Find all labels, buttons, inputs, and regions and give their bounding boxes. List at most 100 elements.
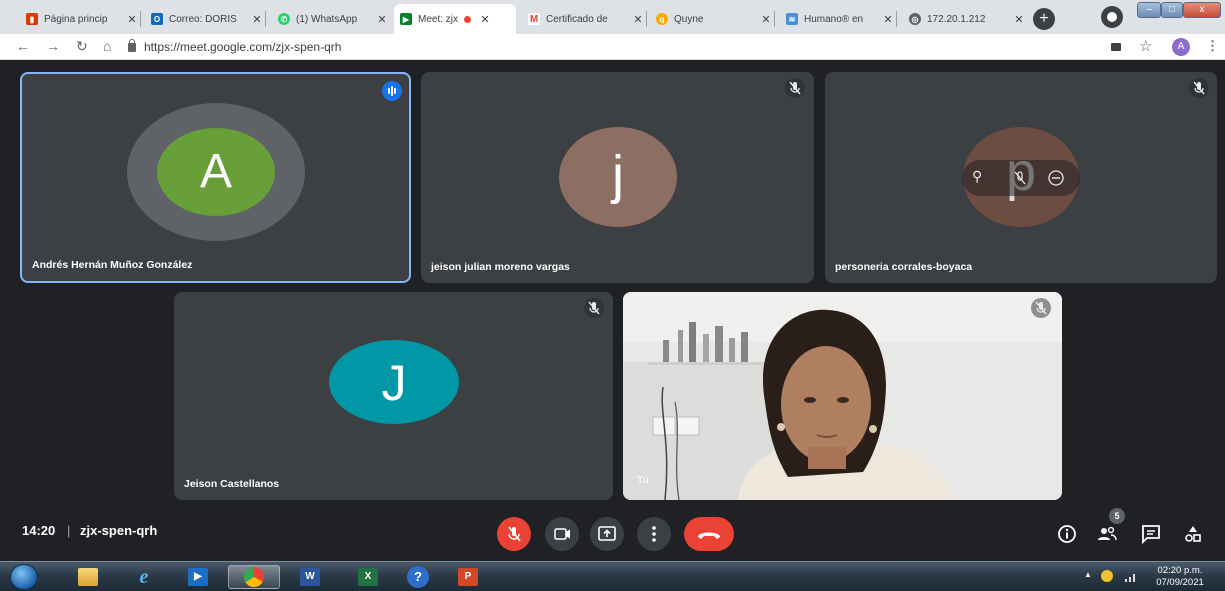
tab-close-icon[interactable]: ✕ — [374, 13, 390, 26]
meeting-details-button[interactable] — [1055, 522, 1079, 546]
info-icon — [1058, 525, 1076, 543]
clock-time: 02:20 p.m. — [1157, 565, 1203, 576]
browser-menu-icon[interactable]: ⋮ — [1206, 38, 1219, 54]
tab-humano[interactable]: ≋ Humano® en ✕ — [780, 7, 897, 31]
remove-icon[interactable] — [1046, 168, 1066, 193]
recording-indicator-icon — [464, 15, 471, 23]
participant-name: Jeison Castellanos — [184, 478, 280, 490]
pin-icon[interactable]: ⚲ — [972, 168, 982, 185]
mic-off-icon — [1189, 78, 1209, 98]
tray-app-icon[interactable] — [1101, 570, 1113, 582]
avatar: J — [329, 340, 459, 424]
powerpoint-icon: P — [458, 568, 478, 586]
meet-icon: ▶ — [400, 13, 412, 25]
forward-icon[interactable]: → — [46, 38, 60, 54]
speaking-indicator-icon — [382, 81, 402, 101]
activities-button[interactable] — [1181, 522, 1205, 546]
camera-icon — [554, 528, 570, 540]
bookmark-star-icon[interactable]: ☆ — [1139, 37, 1152, 55]
self-video-feed — [623, 292, 1062, 500]
activities-icon — [1185, 526, 1201, 542]
taskbar-internet-explorer[interactable]: e — [124, 565, 164, 589]
taskbar-help[interactable]: ? — [398, 565, 438, 589]
taskbar-excel[interactable]: X — [348, 565, 388, 589]
maximize-button[interactable]: □ — [1161, 2, 1183, 18]
tab-close-icon[interactable]: ✕ — [880, 13, 896, 26]
tab-meet[interactable]: ▶ Meet: zjx- ✕ — [394, 4, 516, 34]
windows-taskbar: e ▶ W X ? P ▲ 02:20 p.m. 07/09/2021 — [0, 561, 1225, 591]
taskbar-word[interactable]: W — [290, 565, 330, 589]
system-clock[interactable]: 02:20 p.m. 07/09/2021 — [1150, 565, 1210, 589]
reload-icon[interactable]: ↻ — [76, 38, 88, 55]
tab-close-icon[interactable]: ✕ — [477, 13, 493, 26]
start-button[interactable] — [10, 564, 38, 590]
participant-name: personeria corrales-boyaca — [835, 261, 973, 273]
address-bar[interactable]: https://meet.google.com/zjx-spen-qrh — [128, 37, 1103, 57]
people-icon — [1098, 526, 1117, 541]
participant-tile[interactable]: j jeison julian moreno vargas — [421, 72, 814, 283]
toggle-mic-button[interactable] — [497, 517, 531, 551]
minimize-button[interactable]: – — [1137, 2, 1161, 18]
help-icon: ? — [407, 566, 429, 588]
end-call-icon — [698, 532, 720, 539]
participant-name: jeison julian moreno vargas — [431, 261, 570, 273]
tab-quyne[interactable]: q Quyne ✕ — [650, 7, 775, 31]
participant-name: Andrés Hernán Muñoz González — [32, 259, 193, 271]
tab-office[interactable]: ▮ Página princip ✕ — [20, 7, 141, 31]
present-now-button[interactable] — [590, 517, 624, 551]
more-options-button[interactable] — [637, 517, 671, 551]
office-icon: ▮ — [26, 13, 38, 25]
tab-ip-address[interactable]: ◎ 172.20.1.212 ✕ — [903, 7, 1027, 31]
participant-tile[interactable]: J Jeison Castellanos — [174, 292, 613, 500]
tab-close-icon[interactable]: ✕ — [249, 13, 265, 26]
self-video-tile[interactable]: Tú — [623, 292, 1062, 500]
whatsapp-icon: ✆ — [278, 13, 290, 25]
profile-icon[interactable] — [1101, 6, 1123, 28]
show-hidden-icons-arrow[interactable]: ▲ — [1084, 570, 1092, 579]
tab-title: Certificado de — [546, 13, 608, 25]
tab-outlook[interactable]: O Correo: DORIS ✕ — [145, 7, 266, 31]
participant-tile[interactable]: p ⚲ personeria corrales-boyaca — [825, 72, 1217, 283]
quyne-icon: q — [656, 13, 668, 25]
url-text: https://meet.google.com/zjx-spen-qrh — [144, 40, 342, 54]
tab-close-icon[interactable]: ✕ — [630, 13, 646, 26]
chat-button[interactable] — [1139, 522, 1163, 546]
mute-participant-icon[interactable] — [1010, 168, 1030, 193]
people-button[interactable] — [1095, 522, 1119, 546]
browser-tab-strip: ▮ Página princip ✕ O Correo: DORIS ✕ ✆ (… — [0, 0, 1225, 34]
profile-avatar[interactable]: A — [1172, 38, 1190, 56]
avatar: j — [559, 127, 677, 227]
browser-toolbar: ← → ↻ ⌂ https://meet.google.com/zjx-spen… — [0, 34, 1225, 60]
taskbar-chrome[interactable] — [228, 565, 280, 589]
mic-off-icon — [785, 78, 805, 98]
taskbar-file-explorer[interactable] — [68, 565, 108, 589]
tab-close-icon[interactable]: ✕ — [124, 13, 140, 26]
word-icon: W — [300, 568, 320, 586]
taskbar-powerpoint[interactable]: P — [448, 565, 488, 589]
network-signal-icon[interactable] — [1124, 570, 1138, 582]
outlook-icon: O — [151, 13, 163, 25]
tab-title: Humano® en — [804, 13, 864, 25]
toggle-camera-button[interactable] — [545, 517, 579, 551]
tab-whatsapp[interactable]: ✆ (1) WhatsApp ✕ — [272, 7, 390, 31]
tab-close-icon[interactable]: ✕ — [1011, 13, 1027, 26]
camera-extension-icon[interactable] — [1111, 43, 1121, 51]
chat-icon — [1142, 525, 1160, 545]
bar-separator: | — [67, 523, 71, 538]
taskbar-media-player[interactable]: ▶ — [178, 565, 218, 589]
tab-title: 172.20.1.212 — [927, 13, 986, 25]
back-icon[interactable]: ← — [16, 38, 30, 54]
tab-title: Meet: zjx- — [418, 13, 458, 25]
chrome-icon — [244, 567, 264, 587]
participant-tile[interactable]: A Andrés Hernán Muñoz González — [20, 72, 411, 283]
more-options-icon — [652, 526, 656, 542]
tab-gmail[interactable]: M Certificado de ✕ — [522, 7, 647, 31]
new-tab-button[interactable]: + — [1033, 8, 1055, 30]
home-icon[interactable]: ⌂ — [103, 38, 111, 54]
meeting-time: 14:20 — [22, 523, 56, 538]
meeting-code: zjx-spen-qrh — [80, 523, 158, 538]
media-player-icon: ▶ — [188, 568, 208, 586]
tab-close-icon[interactable]: ✕ — [758, 13, 774, 26]
close-window-button[interactable]: x — [1183, 2, 1221, 18]
end-call-button[interactable] — [684, 517, 734, 551]
